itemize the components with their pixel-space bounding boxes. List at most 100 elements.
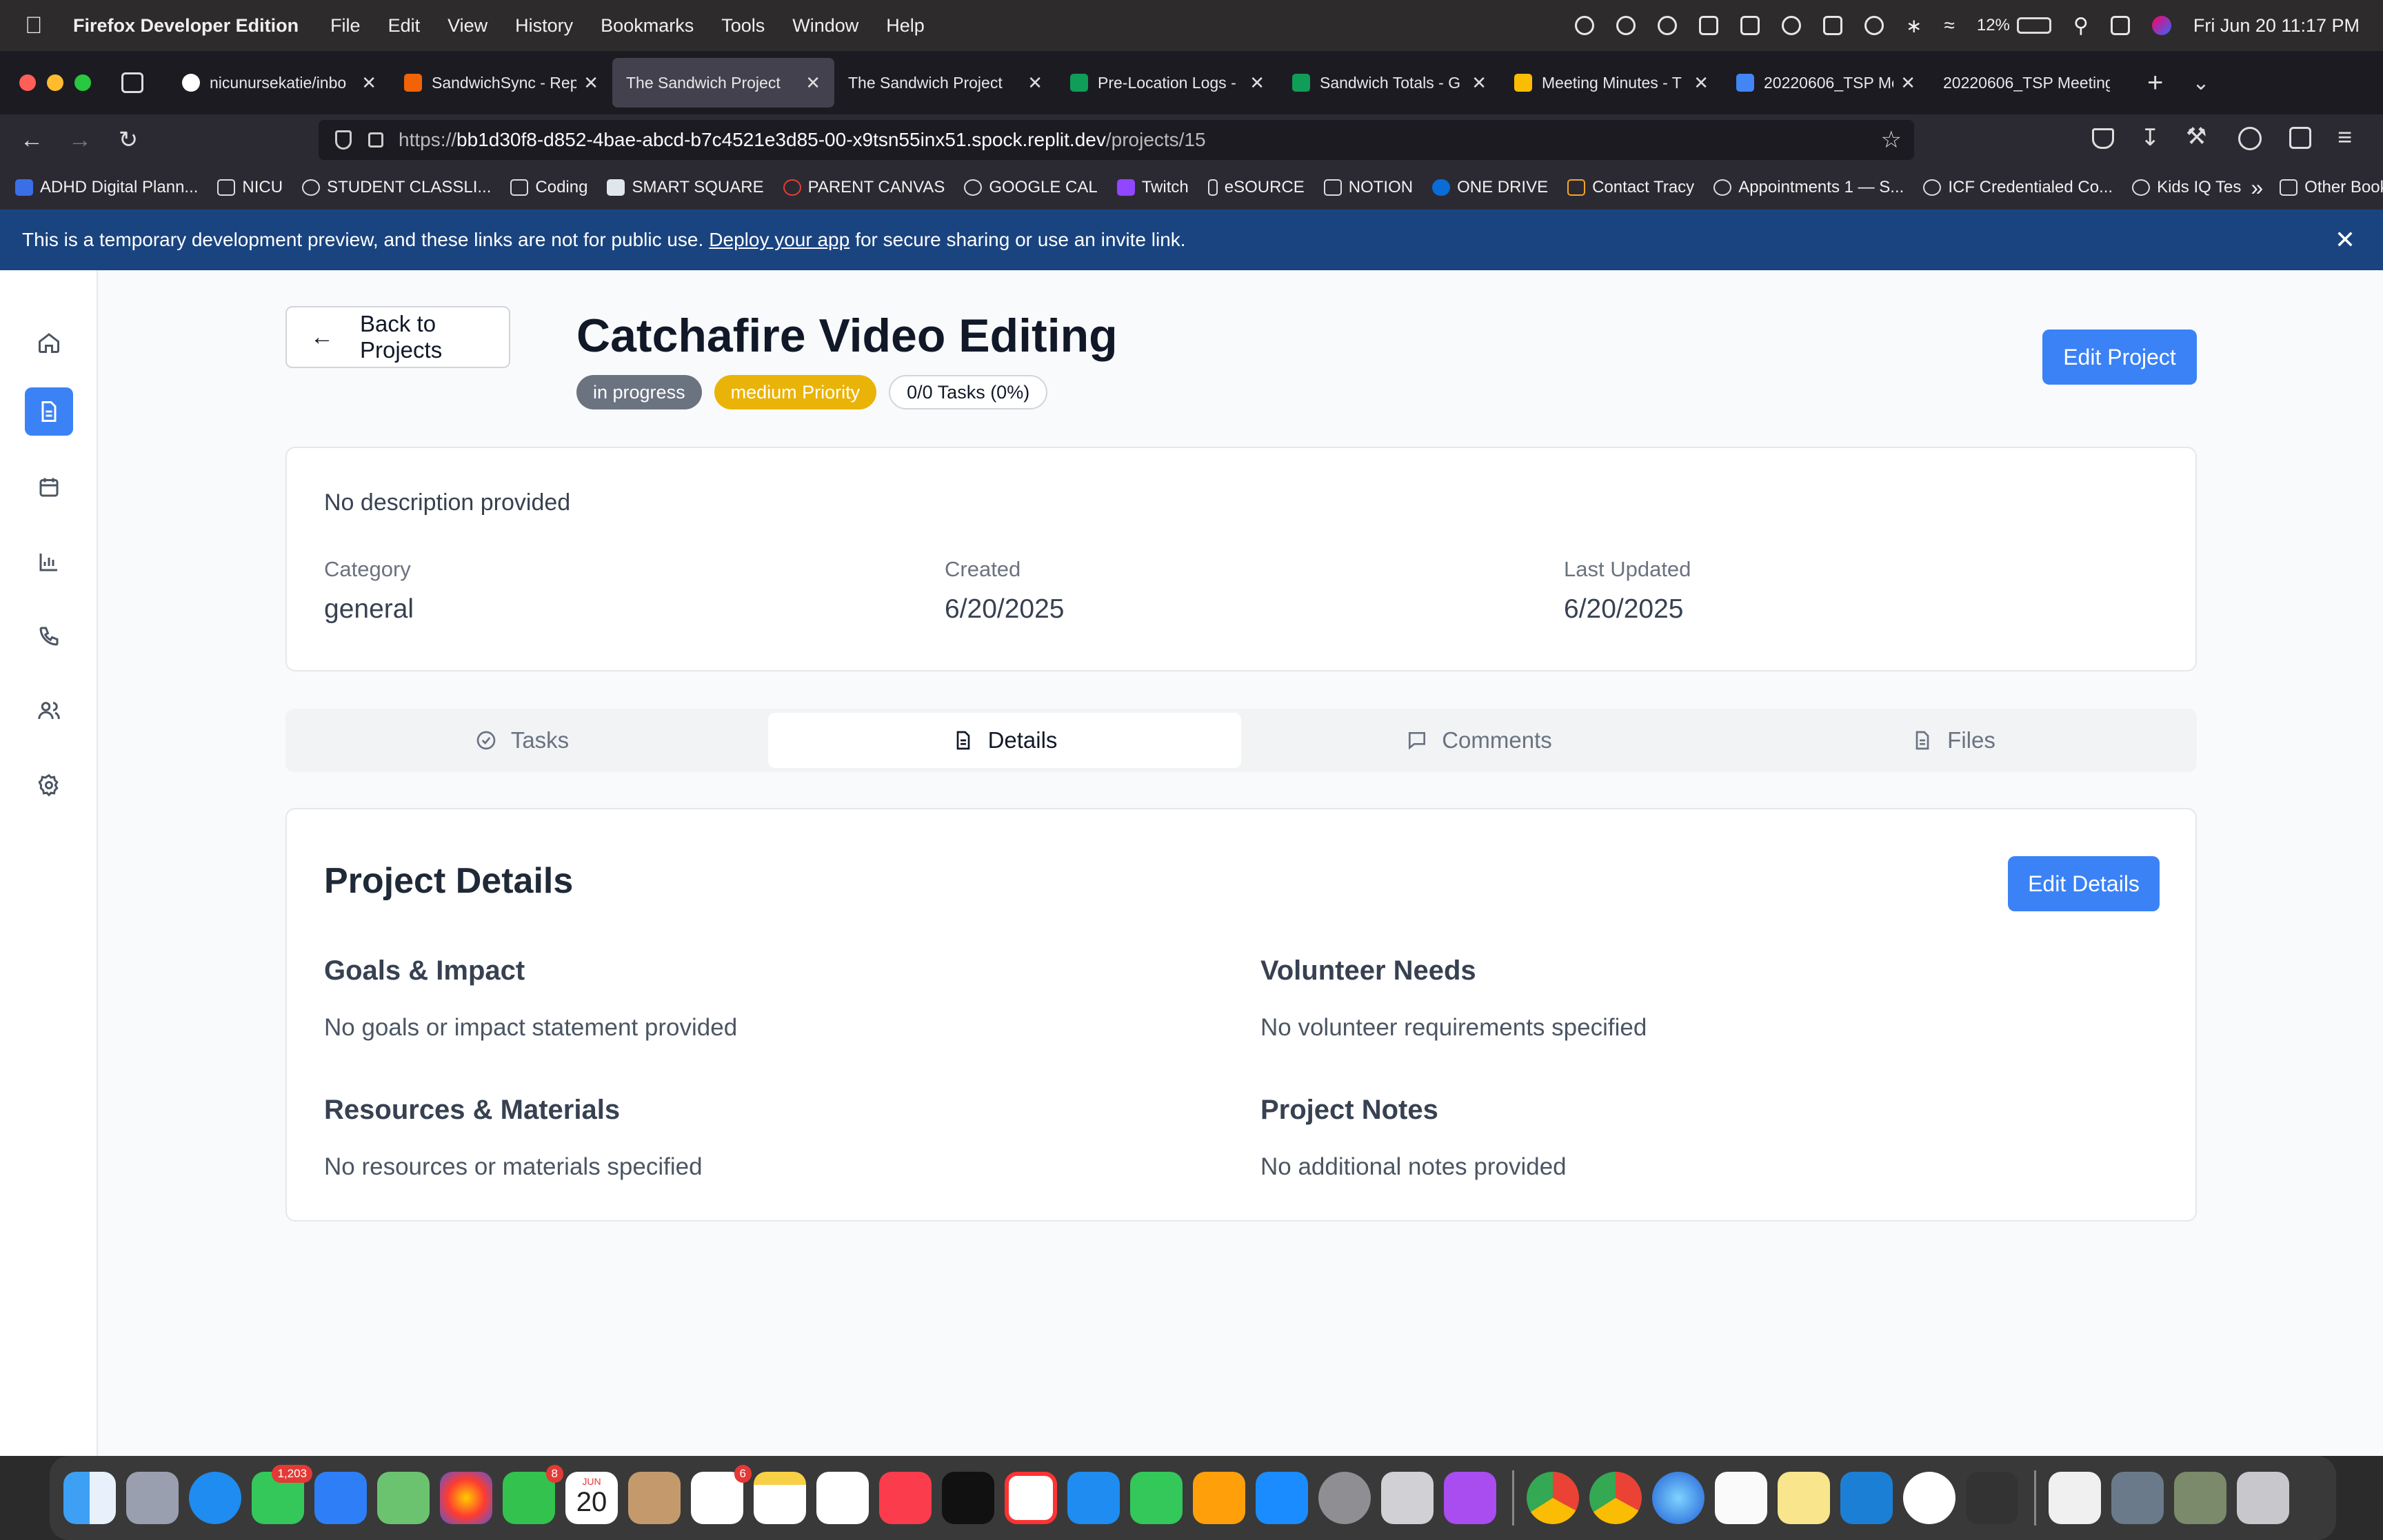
spotlight-icon[interactable]: ⚲ xyxy=(2073,14,2089,38)
minimize-window-icon[interactable] xyxy=(47,74,63,91)
bookmark-google-cal[interactable]: GOOGLE CAL xyxy=(964,178,1098,197)
menu-file[interactable]: File xyxy=(330,15,361,37)
clipboard-icon[interactable] xyxy=(1823,16,1842,35)
zoom-window-icon[interactable] xyxy=(74,74,91,91)
pocket-icon[interactable] xyxy=(2092,128,2114,149)
sidebar-item-settings[interactable] xyxy=(25,761,73,809)
tab-close-icon[interactable]: ✕ xyxy=(1693,72,1709,94)
mail-icon[interactable] xyxy=(314,1472,367,1524)
downloads-stack-icon[interactable] xyxy=(2111,1472,2164,1524)
tab-close-icon[interactable]: ✕ xyxy=(1471,72,1487,94)
menu-window[interactable]: Window xyxy=(792,15,858,37)
safari-icon[interactable] xyxy=(189,1472,241,1524)
apple-tv-icon[interactable] xyxy=(942,1472,994,1524)
numbers-icon[interactable] xyxy=(1130,1472,1183,1524)
sidebar-item-calendar[interactable] xyxy=(25,463,73,511)
menu-edit[interactable]: Edit xyxy=(388,15,421,37)
downloads-icon[interactable]: ↧ xyxy=(2140,124,2160,152)
m-app-icon[interactable] xyxy=(1740,16,1760,35)
new-tab-icon[interactable]: + xyxy=(2147,68,2163,99)
bookmark-star-icon[interactable]: ☆ xyxy=(1881,126,1902,154)
tab-close-icon[interactable]: ✕ xyxy=(805,72,821,94)
trash-icon[interactable] xyxy=(2237,1472,2289,1524)
tab-list-chevron-icon[interactable]: ⌄ xyxy=(2192,71,2209,95)
freeform-icon[interactable] xyxy=(816,1472,869,1524)
menu-help[interactable]: Help xyxy=(886,15,925,37)
devtools-wrench-icon[interactable]: ⚒ xyxy=(2186,123,2206,150)
tab-replit[interactable]: SandwichSync - Rep ✕ xyxy=(390,58,612,108)
tab-sandwich-totals[interactable]: Sandwich Totals - G ✕ xyxy=(1278,58,1500,108)
textedit-icon[interactable] xyxy=(1715,1472,1767,1524)
tab-tsp-meeting[interactable]: 20220606_TSP Meeting xyxy=(1929,58,2124,108)
contacts-icon[interactable] xyxy=(628,1472,681,1524)
sidebar-item-home[interactable] xyxy=(25,318,73,367)
shield-icon[interactable] xyxy=(335,130,352,150)
tab-sandwich-project[interactable]: The Sandwich Project ✕ xyxy=(834,58,1056,108)
menu-history[interactable]: History xyxy=(515,15,573,37)
clock[interactable]: Fri Jun 20 11:17 PM xyxy=(2193,15,2360,37)
notes-icon[interactable] xyxy=(754,1472,806,1524)
reload-icon[interactable]: ↻ xyxy=(112,126,145,154)
menu-view[interactable]: View xyxy=(448,15,487,37)
tab-github[interactable]: nicunursekatie/inbo ✕ xyxy=(168,58,390,108)
bookmark-esource[interactable]: eSOURCE xyxy=(1207,178,1305,197)
tab-files[interactable]: Files xyxy=(1717,713,2190,768)
bookmark-nicu[interactable]: NICU xyxy=(217,178,283,197)
account-icon[interactable] xyxy=(2238,127,2262,150)
tab-pre-location-logs[interactable]: Pre-Location Logs - ✕ xyxy=(1056,58,1278,108)
tab-sandwich-project-active[interactable]: The Sandwich Project ✕ xyxy=(612,58,834,108)
menu-tools[interactable]: Tools xyxy=(721,15,765,37)
url-bar[interactable]: https:// bb1d30f8-d852-4bae-abcd-b7c4521… xyxy=(319,120,1914,160)
document-stack-icon[interactable] xyxy=(2049,1472,2101,1524)
shazam-icon[interactable] xyxy=(1782,16,1801,35)
sidebar-item-analytics[interactable] xyxy=(25,538,73,586)
tab-tsp-meeting-doc[interactable]: 20220606_TSP Mee✕ xyxy=(1722,58,1929,108)
cube-app-icon[interactable] xyxy=(1966,1472,2018,1524)
bookmarks-overflow-icon[interactable]: » xyxy=(2251,175,2263,201)
launchpad-icon[interactable] xyxy=(126,1472,179,1524)
tab-close-icon[interactable]: ✕ xyxy=(1027,72,1043,94)
stickies-icon[interactable] xyxy=(1778,1472,1830,1524)
bookmark-icf-credentialed[interactable]: ICF Credentialed Co... xyxy=(1923,178,2113,197)
bookmark-one-drive[interactable]: ONE DRIVE xyxy=(1432,178,1548,197)
folder-stack-icon[interactable] xyxy=(2174,1472,2226,1524)
other-bookmarks[interactable]: Other Bookmarks xyxy=(2280,178,2383,197)
keynote-icon[interactable] xyxy=(1067,1472,1120,1524)
dropzone-icon[interactable] xyxy=(1616,16,1636,35)
bookmark-kids-iq[interactable]: Kids IQ Tes xyxy=(2132,178,2241,197)
back-icon[interactable]: ← xyxy=(15,127,48,154)
sidebar-item-users[interactable] xyxy=(25,687,73,735)
system-settings-icon[interactable] xyxy=(1318,1472,1371,1524)
tab-close-icon[interactable]: ✕ xyxy=(1900,72,1916,94)
finder-icon[interactable] xyxy=(63,1472,116,1524)
tab-details[interactable]: Details xyxy=(768,713,1241,768)
feedback-assistant-icon[interactable] xyxy=(1444,1472,1496,1524)
iphone-mirroring-icon[interactable] xyxy=(1381,1472,1434,1524)
bookmark-twitch[interactable]: Twitch xyxy=(1116,178,1189,197)
sidebar-item-phone[interactable] xyxy=(25,612,73,660)
tab-comments[interactable]: Comments xyxy=(1243,713,1716,768)
wifi-icon[interactable]: ≈ xyxy=(1944,14,1954,37)
messages-icon[interactable]: 1,203 xyxy=(252,1465,312,1524)
tab-close-icon[interactable]: ✕ xyxy=(1249,72,1265,94)
siri-icon[interactable] xyxy=(2151,16,2171,35)
firefox-view-icon[interactable] xyxy=(121,72,143,93)
chrome-profile-icon[interactable] xyxy=(1589,1472,1642,1524)
bookmark-contact-tracy[interactable]: Contact Tracy xyxy=(1567,178,1694,197)
bookmark-appointments[interactable]: Appointments 1 — S... xyxy=(1713,178,1904,197)
app-store-icon[interactable] xyxy=(1256,1472,1308,1524)
bookmark-smart-square[interactable]: SMART SQUARE xyxy=(607,178,764,197)
airdrop-icon[interactable] xyxy=(1864,16,1884,35)
bookmark-coding[interactable]: Coding xyxy=(510,178,587,197)
edit-project-button[interactable]: Edit Project xyxy=(2042,330,2197,385)
forward-icon[interactable]: → xyxy=(63,127,97,154)
tab-meeting-minutes[interactable]: Meeting Minutes - T ✕ xyxy=(1500,58,1722,108)
grid-app-icon[interactable] xyxy=(1699,16,1718,35)
tab-close-icon[interactable]: ✕ xyxy=(583,72,599,94)
vscode-icon[interactable] xyxy=(1840,1472,1893,1524)
bookmark-student-classlist[interactable]: STUDENT CLASSLI... xyxy=(302,178,491,197)
app-name[interactable]: Firefox Developer Edition xyxy=(73,15,299,37)
extensions-icon[interactable] xyxy=(2289,127,2311,149)
chrome-icon[interactable] xyxy=(1527,1472,1579,1524)
close-window-icon[interactable] xyxy=(19,74,36,91)
